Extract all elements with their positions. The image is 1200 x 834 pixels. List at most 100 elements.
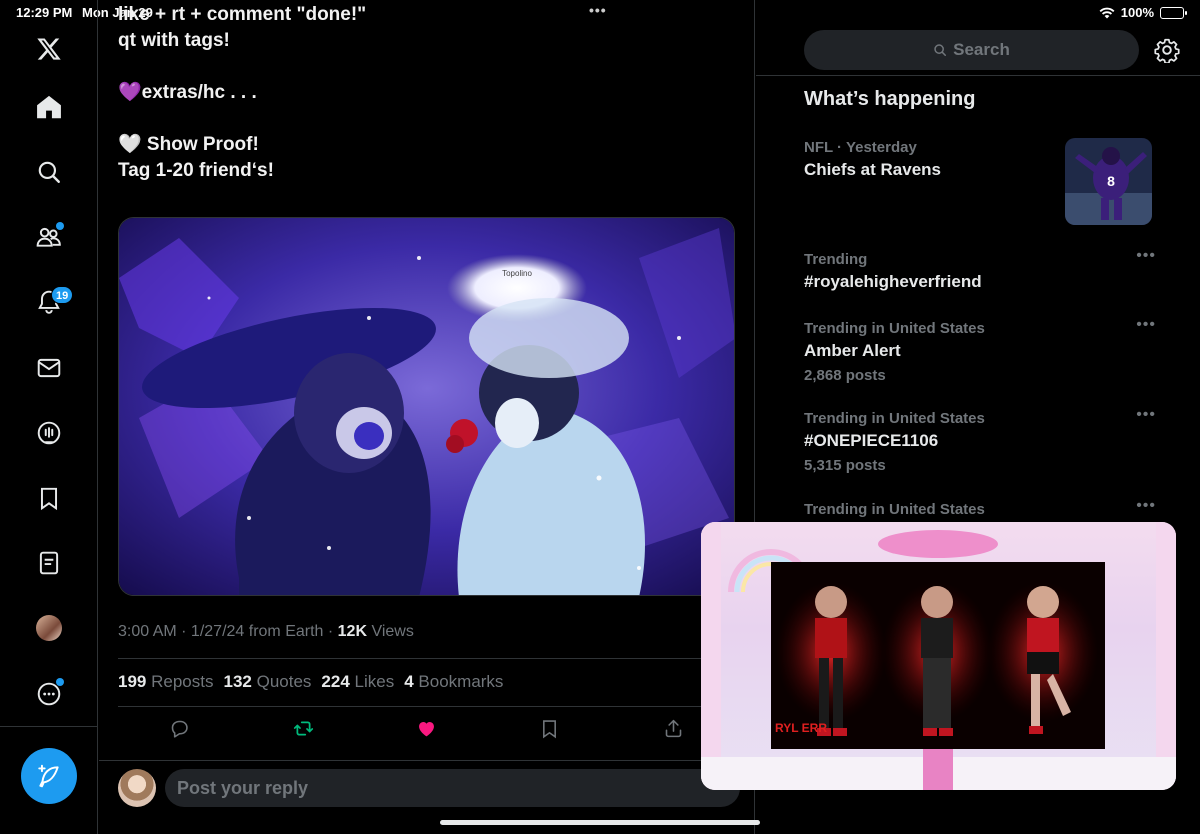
tweet-line	[118, 54, 366, 80]
tweet-line: like + rt + comment "done!"	[118, 4, 367, 25]
pip-watermark: RYL ERR	[775, 721, 827, 735]
trend-item[interactable]: Trending in United States #ONEPIECE1106 …	[804, 406, 1156, 474]
nav-profile[interactable]	[24, 603, 74, 653]
tweet-line: 🤍 Show Proof!	[118, 134, 259, 155]
trend-item[interactable]: Trending in United States •••	[804, 497, 1156, 518]
spaces-icon	[37, 421, 61, 445]
status-right: 100%	[1099, 5, 1187, 20]
heart-icon	[419, 721, 434, 737]
trend-context: Trending in United States	[804, 410, 985, 427]
bookmark-icon	[543, 720, 557, 739]
repost-button[interactable]	[293, 718, 314, 744]
trend-post-count: 2,868 posts	[804, 367, 886, 384]
nav-home[interactable]	[24, 82, 74, 132]
tweet-line: 💜extras/hc . . .	[118, 82, 257, 103]
tweet-media-image[interactable]: Topolino	[118, 217, 735, 596]
trend-post-count: 5,315 posts	[804, 457, 886, 474]
nav-more[interactable]	[24, 669, 74, 719]
bookmarks-stat[interactable]: 4 Bookmarks	[404, 672, 503, 692]
pip-video-frame: RYL ERR	[771, 562, 1105, 749]
divider	[118, 706, 735, 707]
quotes-count: 132	[223, 672, 252, 691]
trend-thumbnail[interactable]: 8	[1065, 138, 1152, 225]
x-logo-icon[interactable]	[24, 24, 74, 74]
share-button[interactable]	[663, 718, 684, 744]
quotes-label: Quotes	[256, 672, 312, 691]
trend-context: Trending in United States	[804, 320, 985, 337]
trend-name: #royalehigheverfriend	[804, 272, 982, 291]
trend-thumbnail-image: 8	[1065, 138, 1152, 225]
bookmarks-label: Bookmarks	[418, 672, 504, 691]
trend-context: Trending in United States	[804, 501, 985, 518]
search-placeholder: Search	[953, 40, 1010, 59]
list-icon	[39, 551, 59, 575]
picture-in-picture-video[interactable]: RYL ERR	[701, 522, 1176, 790]
share-icon	[665, 719, 682, 738]
home-icon	[37, 95, 61, 119]
quotes-stat[interactable]: 132 Quotes	[223, 672, 311, 692]
reposts-label: Reposts	[151, 672, 214, 691]
mail-icon	[37, 358, 61, 378]
wifi-icon	[1099, 7, 1115, 18]
repost-icon	[293, 721, 313, 736]
nav-communities[interactable]	[24, 212, 74, 262]
search-input[interactable]: Search	[804, 30, 1139, 70]
compose-feather-icon	[38, 764, 59, 788]
avatar	[118, 769, 156, 807]
more-options-icon[interactable]: •••	[1136, 316, 1156, 334]
tweet-timestamp: 3:00 AM · 1/27/24 from Earth ·	[118, 623, 338, 640]
nav-spaces[interactable]	[24, 408, 74, 458]
compose-button[interactable]	[21, 748, 77, 804]
media-illustration: Topolino	[119, 218, 734, 595]
like-button[interactable]	[416, 718, 437, 744]
more-options-icon[interactable]: •••	[1136, 497, 1156, 515]
divider	[118, 658, 735, 659]
divider	[756, 75, 1200, 76]
reposts-stat[interactable]: 199 Reposts	[118, 672, 213, 692]
nav-divider	[0, 726, 98, 727]
bookmark-button[interactable]	[539, 718, 560, 744]
nav-lists[interactable]	[24, 538, 74, 588]
reposts-count: 199	[118, 672, 147, 691]
sidebar-nav: 19	[0, 0, 98, 834]
views-count: 12K	[337, 623, 368, 640]
views-label: Views	[367, 623, 414, 640]
nav-messages[interactable]	[24, 343, 74, 393]
trend-name: #ONEPIECE1106	[804, 431, 939, 450]
battery-percent: 100%	[1120, 5, 1154, 20]
tweet-line: Tag 1-20 friend‘s!	[118, 160, 274, 181]
more-options-icon[interactable]: •••	[1136, 247, 1156, 265]
gear-icon[interactable]	[1154, 37, 1180, 63]
svg-text:8: 8	[1107, 173, 1115, 189]
tweet-stats: 199 Reposts 132 Quotes 224 Likes 4 Bookm…	[118, 672, 503, 692]
pip-video-content: RYL ERR	[771, 562, 1105, 749]
trend-item[interactable]: Trending in United States Amber Alert 2,…	[804, 316, 1156, 384]
more-options-icon[interactable]: •••	[1136, 406, 1156, 424]
battery-icon	[1160, 6, 1187, 19]
tweet-detail: like + rt + comment "done!" qt with tags…	[99, 0, 755, 834]
more-dot	[56, 678, 64, 686]
likes-stat[interactable]: 224 Likes	[321, 672, 394, 692]
trend-item[interactable]: Trending #royalehigheverfriend •••	[804, 247, 1156, 292]
reply-input[interactable]: Post your reply	[165, 769, 740, 807]
trend-context: Trending	[804, 251, 868, 268]
likes-count: 224	[321, 672, 350, 691]
tweet-line	[118, 106, 366, 132]
nav-bookmarks[interactable]	[24, 473, 74, 523]
section-title: What’s happening	[804, 88, 976, 110]
tweet-meta: 3:00 AM · 1/27/24 from Earth · 12K Views	[118, 623, 414, 641]
bookmarks-count: 4	[404, 672, 414, 691]
avatar	[36, 615, 62, 641]
home-indicator[interactable]	[440, 820, 760, 825]
likes-label: Likes	[354, 672, 395, 691]
nav-notifications[interactable]: 19	[24, 277, 74, 327]
reply-composer: Post your reply	[99, 760, 755, 820]
notifications-badge: 19	[51, 286, 74, 304]
nav-explore[interactable]	[24, 147, 74, 197]
media-watermark: Topolino	[502, 269, 532, 278]
search-icon	[38, 161, 60, 183]
reply-button[interactable]	[169, 718, 190, 744]
communities-dot	[56, 222, 64, 230]
tweet-actions	[118, 716, 735, 746]
reply-icon	[171, 720, 188, 738]
